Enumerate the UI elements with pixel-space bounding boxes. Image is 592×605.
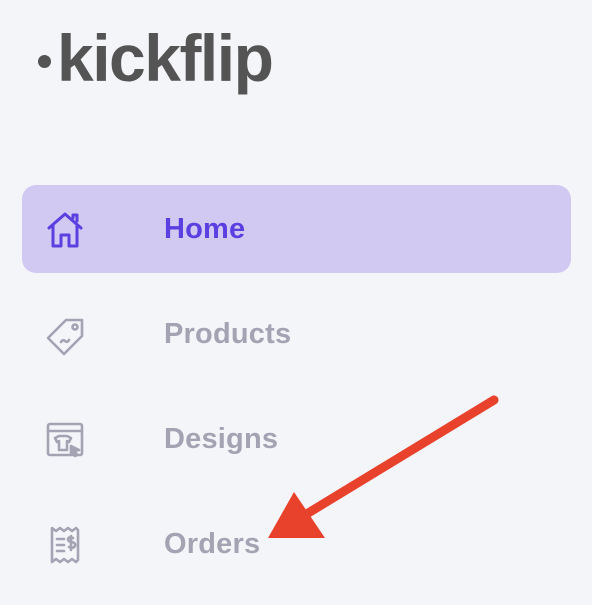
- sidebar-item-label: Home: [164, 212, 246, 245]
- sidebar-item-products[interactable]: Products: [22, 290, 571, 378]
- sidebar-item-label: Orders: [164, 527, 261, 560]
- sidebar-item-label: Designs: [164, 422, 279, 455]
- design-icon: [44, 419, 86, 461]
- sidebar-item-orders[interactable]: Orders: [22, 500, 571, 588]
- home-icon: [44, 209, 86, 251]
- sidebar-item-label: Products: [164, 317, 292, 350]
- sidebar-item-home[interactable]: Home: [22, 185, 571, 273]
- sidebar-nav: Home Products Designs Orders: [22, 185, 571, 605]
- receipt-icon: [44, 524, 86, 566]
- tag-icon: [44, 314, 86, 356]
- logo-text: kickflip: [57, 21, 274, 95]
- logo: kickflip: [38, 18, 274, 98]
- logo-dot: [38, 54, 51, 68]
- sidebar-item-designs[interactable]: Designs: [22, 395, 571, 483]
